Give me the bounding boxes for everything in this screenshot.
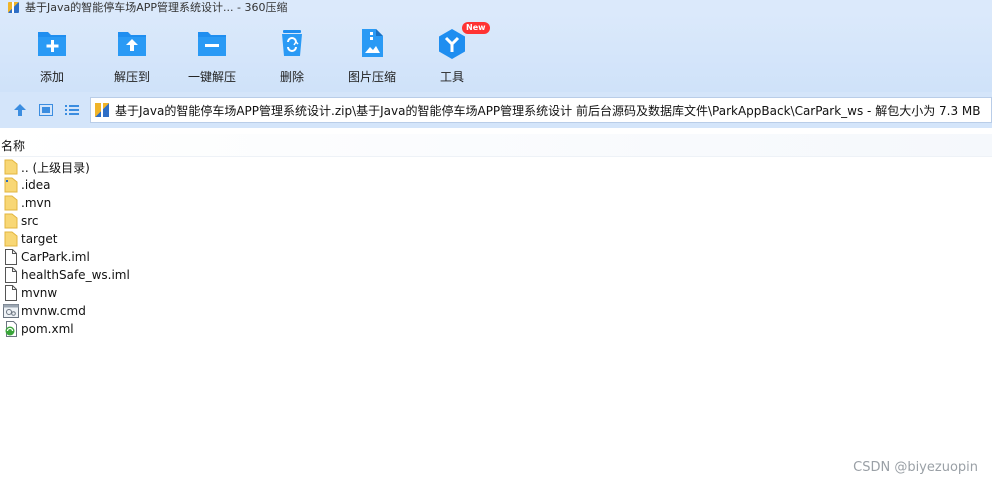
file-name: mvnw (21, 286, 58, 300)
one-click-extract-icon (198, 32, 226, 56)
archive-app-icon (8, 1, 19, 13)
file-list: .. (上级目录) .idea .mvn src target CarPark.… (0, 158, 992, 338)
file-name: .idea (21, 178, 51, 192)
file-name: .mvn (21, 196, 52, 210)
list-item[interactable]: .mvn (0, 194, 992, 212)
list-item[interactable]: mvnw.cmd (0, 302, 992, 320)
add-button[interactable]: 添加 (12, 28, 92, 85)
extract-to-icon (118, 32, 146, 56)
new-badge: New (462, 22, 490, 34)
list-item[interactable]: .idea (0, 176, 992, 194)
file-name: pom.xml (21, 322, 74, 336)
add-label: 添加 (39, 70, 64, 84)
file-name: target (21, 232, 58, 246)
folder-icon (3, 195, 19, 211)
image-compress-label: 图片压缩 (347, 70, 396, 84)
column-header-name[interactable]: 名称 (0, 134, 992, 157)
window-title: 基于Java的智能停车场APP管理系统设计... - 360压缩 (25, 1, 288, 14)
file-name: .. (上级目录) (21, 160, 90, 175)
file-name: CarPark.iml (21, 250, 90, 264)
file-icon (3, 267, 19, 283)
list-item[interactable]: CarPark.iml (0, 248, 992, 266)
list-item-parent-dir[interactable]: .. (上级目录) (0, 158, 992, 176)
list-item[interactable]: mvnw (0, 284, 992, 302)
file-name: src (21, 214, 39, 228)
title-bar: 基于Java的智能停车场APP管理系统设计... - 360压缩 (0, 0, 992, 14)
xml-file-icon (3, 321, 19, 337)
archive-file-icon (95, 103, 109, 117)
list-item[interactable]: pom.xml (0, 320, 992, 338)
list-item[interactable]: healthSafe_ws.iml (0, 266, 992, 284)
list-view-icon[interactable] (64, 102, 80, 118)
file-icon (3, 285, 19, 301)
tools-label: 工具 (439, 70, 464, 84)
list-item[interactable]: target (0, 230, 992, 248)
image-compress-button[interactable]: 图片压缩 (332, 28, 412, 85)
cmd-file-icon (3, 303, 19, 319)
watermark: CSDN @biyezuopin (853, 460, 978, 475)
folder-icon (3, 159, 19, 175)
tools-icon (439, 29, 465, 59)
one-click-extract-button[interactable]: 一键解压 (172, 28, 252, 85)
thumbnail-view-icon[interactable] (38, 102, 54, 118)
add-icon (38, 32, 66, 56)
delete-button[interactable]: 删除 (252, 28, 332, 85)
up-arrow-icon[interactable] (12, 102, 28, 118)
folder-icon (3, 231, 19, 247)
list-item[interactable]: src (0, 212, 992, 230)
file-icon (3, 249, 19, 265)
file-name: healthSafe_ws.iml (21, 268, 130, 282)
one-click-extract-label: 一键解压 (187, 70, 236, 84)
folder-icon (3, 177, 19, 193)
folder-icon (3, 213, 19, 229)
path-text: 基于Java的智能停车场APP管理系统设计.zip\基于Java的智能停车场AP… (115, 103, 981, 118)
delete-icon (282, 30, 302, 56)
delete-label: 删除 (279, 70, 304, 84)
column-name-label: 名称 (1, 139, 26, 153)
tools-button[interactable]: New 工具 (412, 22, 492, 85)
address-bar: 基于Java的智能停车场APP管理系统设计.zip\基于Java的智能停车场AP… (0, 92, 992, 128)
extract-to-label: 解压到 (113, 70, 150, 84)
toolbar: 添加 解压到 一键解压 删除 图片压缩 New 工具 (0, 14, 992, 92)
path-field[interactable]: 基于Java的智能停车场APP管理系统设计.zip\基于Java的智能停车场AP… (90, 97, 992, 123)
extract-to-button[interactable]: 解压到 (92, 28, 172, 85)
archive-window: 基于Java的智能停车场APP管理系统设计... - 360压缩 添加 解压到 … (0, 0, 992, 486)
file-name: mvnw.cmd (21, 304, 86, 318)
image-compress-icon (362, 29, 383, 57)
